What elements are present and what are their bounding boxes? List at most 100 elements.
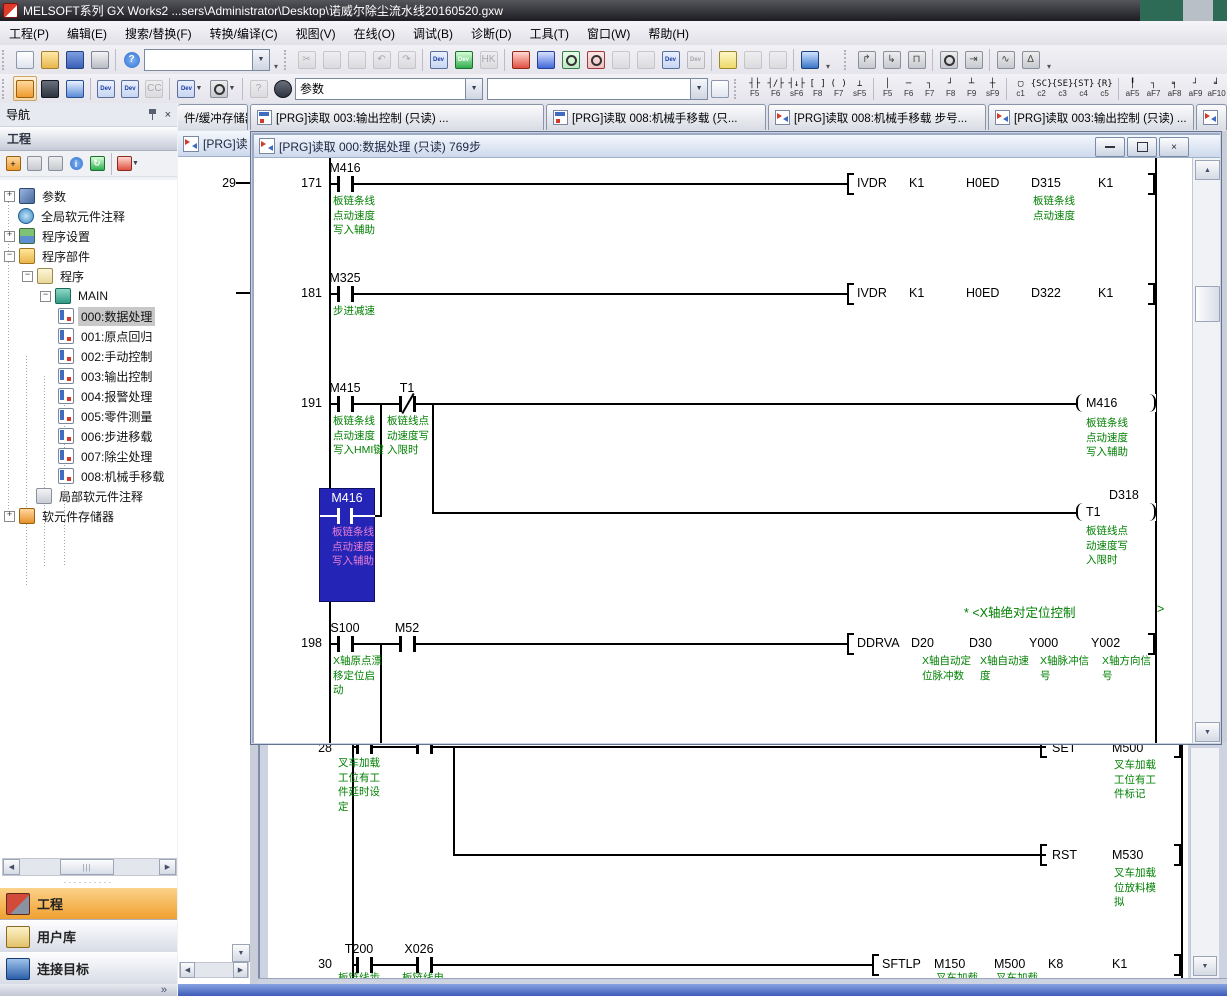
collapse-icon[interactable] (22, 271, 33, 282)
undo-button[interactable]: ↶ (370, 48, 393, 71)
menu-item[interactable]: 帮助(H) (639, 22, 698, 45)
ladder-symbol-button[interactable]: {SC}c2 (1031, 76, 1052, 102)
scroll-down-icon[interactable]: ▼ (232, 944, 250, 962)
close-button[interactable]: × (1159, 137, 1189, 157)
menu-item[interactable]: 转换/编译(C) (201, 22, 287, 45)
help-button[interactable]: ? (120, 48, 143, 71)
save-project-button[interactable] (63, 48, 86, 71)
menu-item[interactable]: 诊断(D) (462, 22, 521, 45)
pin-icon[interactable] (148, 109, 157, 120)
tree-item-parameter[interactable]: 参数 (0, 186, 177, 206)
device-chip-icon[interactable] (39, 77, 61, 100)
context-help-icon[interactable]: ? (247, 77, 269, 100)
tree-item-pou[interactable]: 程序部件 (0, 246, 177, 266)
tree-item-001[interactable]: 001:原点回归 (0, 326, 177, 346)
restore-button[interactable] (1127, 137, 1157, 157)
ladder-symbol-button[interactable]: {ST}c4 (1073, 76, 1094, 102)
rising-edge-monitor-icon[interactable]: ↱ (855, 48, 878, 71)
tree-item-008[interactable]: 008:机械手移载 (0, 466, 177, 486)
combo-dropdown-icon[interactable]: ▼ (690, 79, 707, 99)
device-display-dropdown[interactable]: Dev▼ (174, 77, 205, 100)
start-monitor-icon[interactable]: Dev (659, 48, 682, 71)
tree-item-000[interactable]: 000:数据处理 (0, 306, 177, 326)
connection-target-button[interactable]: 连接目标 (0, 952, 177, 985)
vscroll-thumb[interactable] (1195, 286, 1220, 322)
paste-item-icon[interactable] (45, 154, 65, 173)
copy-item-icon[interactable] (24, 154, 44, 173)
close-icon[interactable]: × (165, 109, 171, 121)
navigation-toggle-button[interactable] (13, 76, 37, 101)
navigation-hscrollbar[interactable]: ◀ ||| ▶ (2, 858, 177, 876)
scroll-right-icon[interactable]: ▶ (159, 859, 176, 875)
ladder-symbol-button[interactable]: ⊥sF5 (849, 76, 870, 102)
tab-prg-008[interactable]: [PRG]读取 008:机械手移载 (只... (546, 104, 766, 130)
scroll-left-icon[interactable]: ◀ (3, 859, 20, 875)
panel-menu-chevron[interactable]: » (0, 984, 177, 996)
tree-item-006[interactable]: 006:步进移载 (0, 426, 177, 446)
ladder-symbol-button[interactable]: ┐aF7 (1143, 76, 1164, 102)
find-binoculars-icon[interactable] (272, 77, 294, 100)
device-search-icon[interactable] (937, 48, 960, 71)
expand-icon[interactable] (4, 191, 15, 202)
menu-item[interactable]: 工程(P) (0, 22, 58, 45)
list-view-icon[interactable] (63, 77, 85, 100)
remote-monitor-icon[interactable] (798, 48, 821, 71)
pulse-monitor-icon[interactable]: ⊓ (905, 48, 928, 71)
zoom-dropdown[interactable]: ▼ (207, 77, 238, 100)
new-project-button[interactable] (13, 48, 36, 71)
ladder-symbol-button[interactable]: ┴F9 (961, 76, 982, 102)
trace-chart-icon[interactable]: ∆ (1019, 48, 1042, 71)
project-view-button[interactable]: 工程 (0, 887, 177, 920)
tab-buffer-monitor[interactable]: 件/缓冲存储器批量监视-3 (178, 104, 248, 130)
ladder-symbol-button[interactable]: ┐F7 (919, 76, 940, 102)
stop-monitor-icon[interactable]: Dev (684, 48, 707, 71)
menu-item[interactable]: 窗口(W) (578, 22, 639, 45)
trend-chart-icon[interactable]: ∿ (994, 48, 1017, 71)
monitor-mode-icon[interactable]: Dev (452, 48, 475, 71)
find-target-combo[interactable]: 参数▼ (295, 78, 483, 100)
scroll-right-icon[interactable]: ▶ (233, 962, 248, 978)
panel-drag-handle[interactable]: ·········· (0, 877, 177, 887)
ladder-symbol-button[interactable]: │F5 (877, 76, 898, 102)
tree-item-main[interactable]: MAIN (0, 286, 177, 306)
hscroll-thumb[interactable]: ||| (60, 859, 114, 875)
scroll-down-icon[interactable]: ▼ (1193, 956, 1217, 976)
collapse-icon[interactable] (4, 251, 15, 262)
paste-button[interactable] (345, 48, 368, 71)
tree-item-003[interactable]: 003:输出控制 (0, 366, 177, 386)
menu-item[interactable]: 工具(T) (521, 22, 578, 45)
menu-item[interactable]: 调试(B) (404, 22, 462, 45)
filter-dropdown-icon[interactable]: ▼ (115, 154, 141, 173)
toolbar-overflow-icon[interactable]: ▾ (270, 49, 282, 71)
tree-item-002[interactable]: 002:手动控制 (0, 346, 177, 366)
menu-item[interactable]: 编辑(E) (58, 22, 116, 45)
read-from-plc-icon[interactable] (534, 48, 557, 71)
device-find-icon[interactable] (709, 77, 731, 100)
note-edit-icon[interactable] (741, 48, 764, 71)
scroll-down-icon[interactable]: ▼ (1195, 722, 1220, 742)
info-icon[interactable]: i (66, 154, 86, 173)
bottom-window-vscrollbar[interactable]: ▼ (1190, 748, 1219, 978)
user-library-button[interactable]: 用户库 (0, 920, 177, 953)
toolbar-overflow-icon[interactable]: ▾ (1043, 49, 1055, 71)
ladder-symbol-button[interactable]: ( )F7 (828, 76, 849, 102)
verify-stop-icon[interactable] (584, 48, 607, 71)
ladder-symbol-button[interactable]: [ ]F8 (807, 76, 828, 102)
monitor-pause-icon[interactable] (609, 48, 632, 71)
tab-partial[interactable] (1196, 104, 1227, 130)
minimize-button[interactable] (1095, 137, 1125, 157)
quick-access-combo[interactable]: ▼ (144, 49, 270, 71)
device-memory-icon[interactable]: Dev (119, 77, 141, 100)
tree-item-005[interactable]: 005:零件测量 (0, 406, 177, 426)
copy-button[interactable] (320, 48, 343, 71)
tab-prg-008-step[interactable]: [PRG]读取 008:机械手移载 步号... (768, 104, 986, 130)
tree-item-device-memory[interactable]: 软元件存储器 (0, 506, 177, 526)
refresh-icon[interactable]: ↻ (87, 154, 107, 173)
ladder-symbol-button[interactable]: {R}c5 (1094, 76, 1115, 102)
window-title-bar[interactable]: [PRG]读取 000:数据处理 (只读) 769步 (254, 135, 1220, 158)
combo-dropdown-icon[interactable]: ▼ (252, 50, 269, 70)
tab-prg-003-2[interactable]: [PRG]读取 003:输出控制 (只读) ... (988, 104, 1194, 130)
expand-icon[interactable] (4, 511, 15, 522)
tree-item-007[interactable]: 007:除尘处理 (0, 446, 177, 466)
write-to-plc-icon[interactable] (509, 48, 532, 71)
